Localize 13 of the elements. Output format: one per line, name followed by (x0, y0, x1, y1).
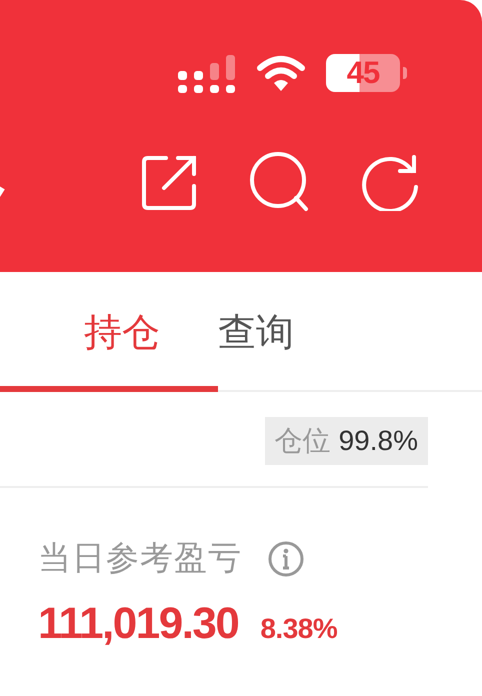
tab[interactable]: 查询 (218, 272, 482, 392)
position-value: 99.8% (338, 425, 418, 457)
wifi-icon (256, 54, 306, 92)
search-icon[interactable] (250, 152, 310, 212)
share-icon[interactable] (142, 154, 198, 210)
daily-pnl-label: 当日参考盈亏 (38, 538, 242, 578)
signal-icon (178, 53, 236, 93)
daily-pnl-percent: 8.38% (260, 613, 338, 645)
daily-pnl-value: 111,019.30 (38, 599, 238, 649)
tab[interactable]: 持仓 (0, 272, 218, 392)
info-icon[interactable] (268, 540, 304, 576)
position-label: 仓位 (274, 424, 331, 458)
refresh-icon[interactable] (362, 153, 420, 211)
